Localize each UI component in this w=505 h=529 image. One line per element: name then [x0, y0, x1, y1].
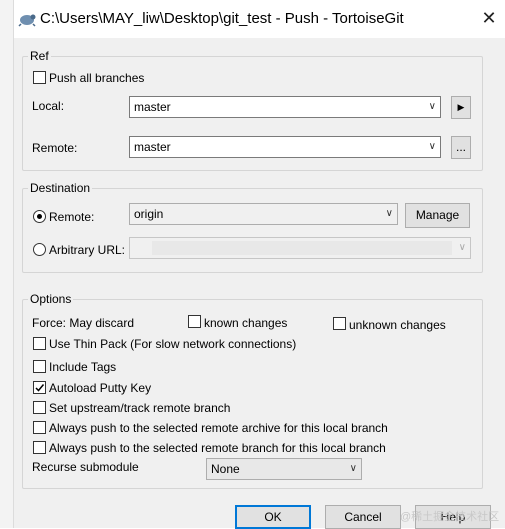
- chevron-down-icon: ∨: [428, 101, 436, 112]
- thin-pack-label[interactable]: Use Thin Pack (For slow network connecti…: [49, 337, 296, 351]
- cancel-button[interactable]: Cancel: [325, 505, 401, 529]
- recurse-submodule-label: Recurse submodule: [32, 460, 139, 474]
- local-label: Local:: [32, 99, 65, 113]
- known-changes-checkbox[interactable]: [188, 315, 201, 328]
- always-branch-label[interactable]: Always push to the selected remote branc…: [49, 441, 386, 455]
- next-branch-button[interactable]: ▶: [451, 96, 471, 119]
- arbitrary-url-placeholder: [152, 241, 452, 255]
- autoload-putty-checkbox[interactable]: [33, 381, 46, 394]
- autoload-putty-label[interactable]: Autoload Putty Key: [49, 381, 151, 395]
- push-all-checkbox[interactable]: [33, 71, 46, 84]
- always-branch-checkbox[interactable]: [33, 441, 46, 454]
- set-upstream-checkbox[interactable]: [33, 401, 46, 414]
- remote-branch-combo[interactable]: master ∨: [129, 136, 441, 158]
- checkmark-icon: [35, 384, 45, 392]
- chevron-down-icon: ∨: [385, 208, 393, 219]
- browse-remote-branch-button[interactable]: ...: [451, 136, 471, 159]
- push-all-label[interactable]: Push all branches: [49, 71, 144, 85]
- arbitrary-url-label[interactable]: Arbitrary URL:: [49, 243, 125, 257]
- set-upstream-label[interactable]: Set upstream/track remote branch: [49, 401, 230, 415]
- remote-combo[interactable]: origin ∨: [129, 203, 398, 225]
- force-label: Force: May discard: [32, 316, 135, 330]
- remote-branch-value: master: [134, 140, 171, 154]
- tortoisegit-icon: [18, 14, 36, 27]
- arbitrary-url-radio[interactable]: [33, 243, 46, 256]
- remote-radio[interactable]: [33, 210, 46, 223]
- options-legend: Options: [28, 292, 74, 306]
- known-changes-label[interactable]: known changes: [204, 316, 287, 330]
- always-archive-checkbox[interactable]: [33, 421, 46, 434]
- chevron-down-icon: ∨: [349, 463, 357, 474]
- chevron-down-icon: ∨: [428, 141, 436, 152]
- radio-selected-dot: [37, 214, 42, 219]
- ok-button[interactable]: OK: [235, 505, 311, 529]
- include-tags-label[interactable]: Include Tags: [49, 360, 116, 374]
- chevron-down-icon: ∨: [458, 242, 466, 253]
- destination-group: [22, 188, 483, 273]
- remote-branch-label: Remote:: [32, 141, 78, 155]
- ref-legend: Ref: [28, 49, 51, 63]
- thin-pack-checkbox[interactable]: [33, 337, 46, 350]
- remote-radio-label[interactable]: Remote:: [49, 210, 94, 224]
- manage-button[interactable]: Manage: [405, 203, 470, 228]
- remote-value: origin: [134, 207, 164, 221]
- background-window: [0, 0, 14, 528]
- unknown-changes-checkbox[interactable]: [333, 317, 346, 330]
- local-branch-combo[interactable]: master ∨: [129, 96, 441, 118]
- close-button[interactable]: ✕: [478, 6, 500, 30]
- destination-legend: Destination: [28, 181, 93, 195]
- arbitrary-url-combo[interactable]: ∨: [129, 237, 471, 259]
- unknown-changes-label[interactable]: unknown changes: [349, 318, 446, 332]
- recurse-submodule-value: None: [211, 462, 240, 476]
- always-archive-label[interactable]: Always push to the selected remote archi…: [49, 421, 388, 435]
- recurse-submodule-combo[interactable]: None ∨: [206, 458, 362, 480]
- window-title: C:\Users\MAY_liw\Desktop\git_test - Push…: [40, 10, 404, 27]
- watermark: @稀土掘金技术社区: [400, 511, 500, 523]
- local-branch-value: master: [134, 100, 171, 114]
- include-tags-checkbox[interactable]: [33, 360, 46, 373]
